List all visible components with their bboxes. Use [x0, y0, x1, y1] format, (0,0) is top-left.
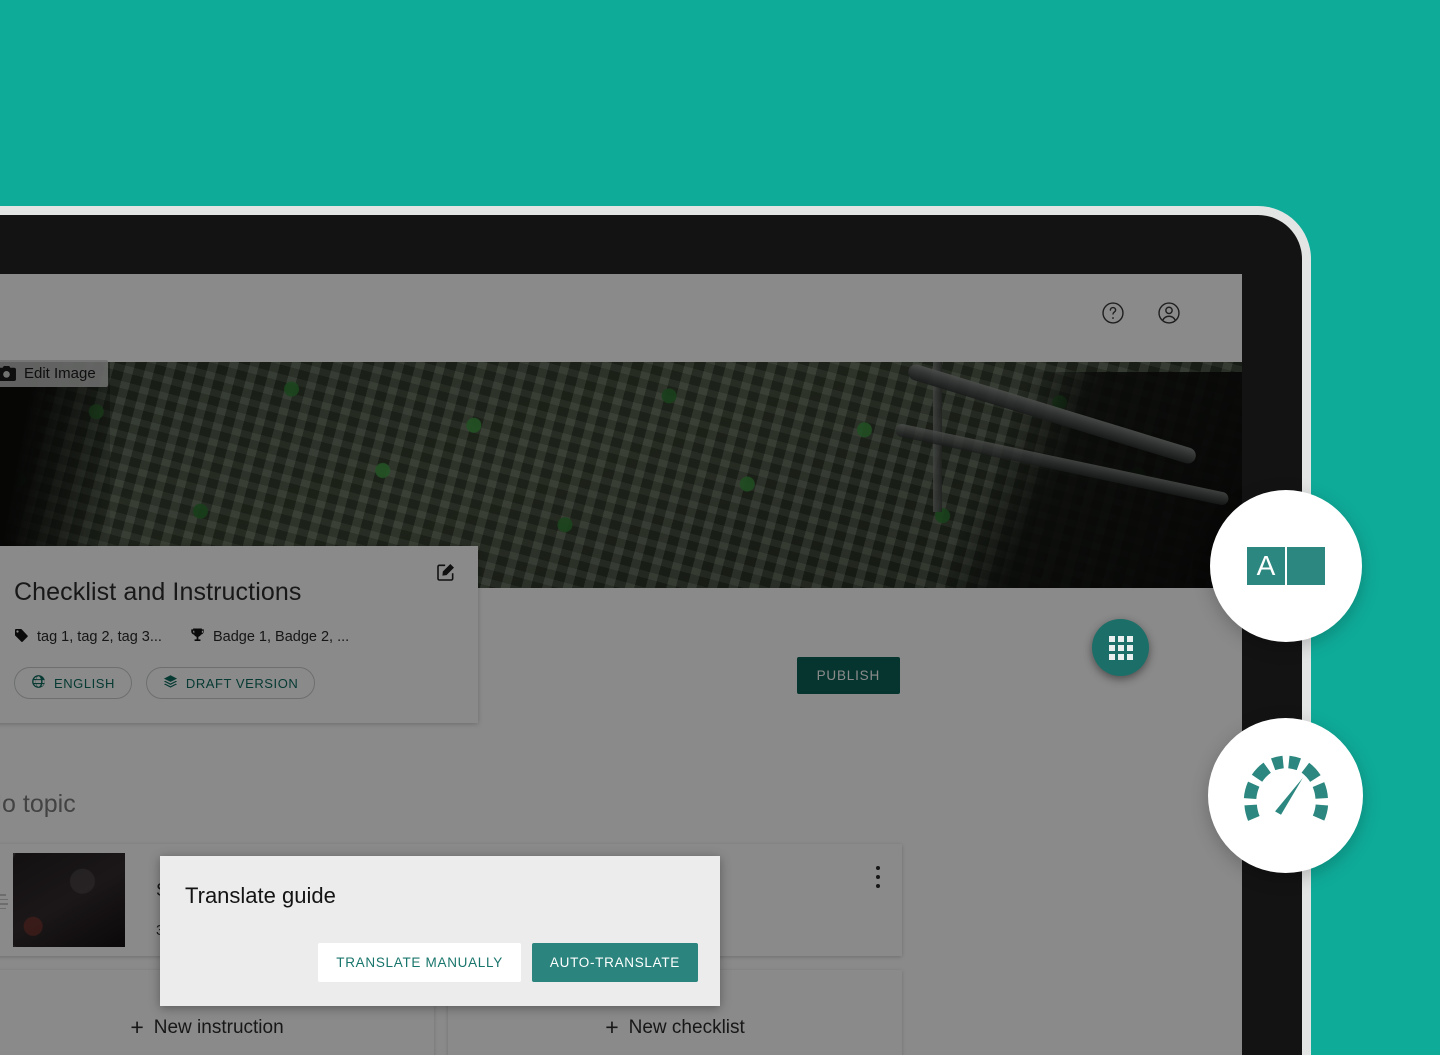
tablet-device-frame: Edit Image Checklist and Instructions ta… [0, 215, 1302, 1055]
page-stage: Edit Image Checklist and Instructions ta… [0, 0, 1440, 1055]
translate-badge: A [1210, 490, 1362, 642]
auto-translate-button[interactable]: AUTO-TRANSLATE [531, 943, 698, 982]
dialog-actions: TRANSLATE MANUALLY AUTO-TRANSLATE [318, 943, 698, 982]
tablet-screen: Edit Image Checklist and Instructions ta… [0, 274, 1242, 1055]
translate-glyph-latin: A [1247, 547, 1285, 585]
translate-guide-dialog: Translate guide TRANSLATE MANUALLY AUTO-… [160, 856, 720, 1006]
speedometer-icon [1238, 745, 1334, 846]
gauge-badge [1208, 718, 1363, 873]
apps-grid-icon [1108, 635, 1133, 660]
translate-icon: A [1247, 547, 1325, 585]
translate-glyph-cjk [1287, 547, 1325, 585]
apps-grid-fab-button[interactable] [1092, 619, 1149, 676]
translate-manually-button[interactable]: TRANSLATE MANUALLY [318, 943, 521, 982]
dialog-title: Translate guide [185, 883, 336, 908]
